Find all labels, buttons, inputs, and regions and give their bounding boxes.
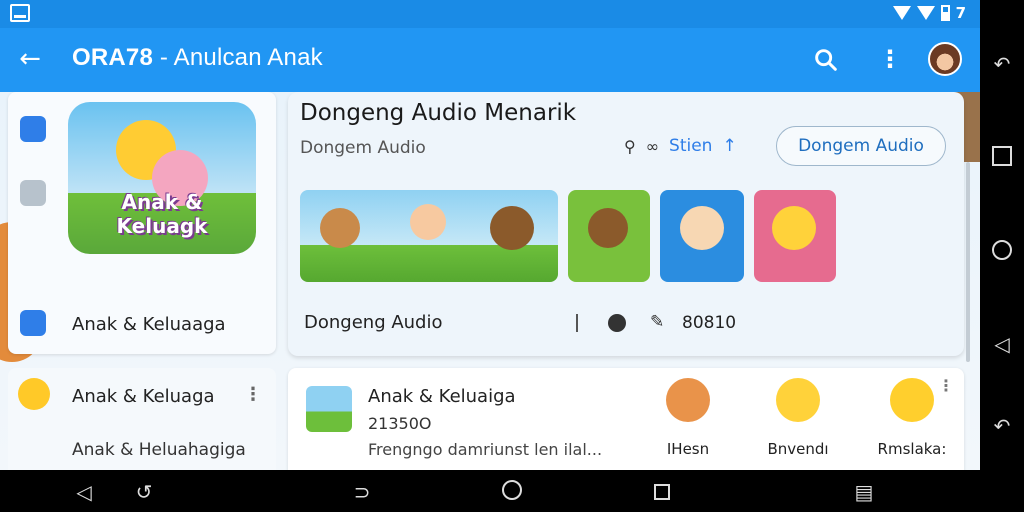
signal-icon xyxy=(916,6,935,20)
character-bird[interactable]: Rmslaka: xyxy=(872,378,952,458)
scrollbar[interactable] xyxy=(966,162,970,362)
side-navigation-bar: ↶ ◁ ↶ xyxy=(980,0,1024,470)
card-number: 21350O xyxy=(368,414,432,433)
left-panel-label: Anak & Keluaaga xyxy=(72,314,226,335)
wave-icon[interactable] xyxy=(20,310,46,336)
girl-illustration xyxy=(410,204,446,240)
content-area: Anak & Keluagk Anak & Keluaaga Dongeng A… xyxy=(0,92,980,470)
count-value: 80810 xyxy=(682,313,737,333)
status-time: 7 xyxy=(955,4,966,22)
chick-icon xyxy=(776,378,820,422)
edit-icon[interactable]: ✎ xyxy=(650,312,664,332)
right-panel: Dongeng Audio Menarik Dongem Audio ⚲ ∞ S… xyxy=(288,92,964,356)
more-vert-icon[interactable]: ⋮ xyxy=(244,384,262,405)
more-vert-icon[interactable]: ⋮ xyxy=(876,46,904,74)
heart-icon[interactable] xyxy=(608,314,626,332)
screenshot-icon xyxy=(10,4,30,22)
gesture-icon[interactable]: ↺ xyxy=(132,480,156,504)
battery-icon xyxy=(940,5,950,21)
app-bar: ← ORA78 - Anulcan Anak ⋮ xyxy=(0,28,980,92)
arrow-up-icon[interactable]: ↑ xyxy=(722,136,736,156)
chick-illustration xyxy=(772,206,816,250)
chat-icon[interactable] xyxy=(18,378,50,410)
status-icons: 7 xyxy=(892,4,966,22)
story-card[interactable]: Anak & Keluaiga 21350O Frengngo damriuns… xyxy=(288,368,964,470)
feature-image[interactable]: Anak & Keluagk xyxy=(68,102,256,254)
link-icon[interactable]: ∞ xyxy=(646,137,659,156)
avatar[interactable] xyxy=(928,42,962,76)
recent-apps-icon[interactable] xyxy=(992,146,1012,166)
dog-illustration xyxy=(588,208,628,248)
status-bar: 7 xyxy=(0,0,980,28)
story-thumbnail[interactable] xyxy=(660,190,744,282)
edit-icon[interactable] xyxy=(20,116,46,142)
story-thumbnail[interactable] xyxy=(754,190,836,282)
home-icon[interactable] xyxy=(502,480,522,500)
bottom-label: Dongeng Audio xyxy=(304,312,443,333)
wifi-icon xyxy=(892,6,911,20)
girl-illustration xyxy=(680,206,724,250)
section-title: Dongeng Audio Menarik xyxy=(300,100,577,126)
undo-icon[interactable]: ↶ xyxy=(990,414,1014,438)
divider xyxy=(576,314,578,332)
home-icon[interactable] xyxy=(992,240,1012,260)
bear-illustration xyxy=(490,206,534,250)
character-name: IHesn xyxy=(666,440,710,458)
section-subtitle: Dongem Audio xyxy=(300,138,426,158)
character-bear[interactable]: IHesn xyxy=(648,378,728,458)
story-thumbnail[interactable] xyxy=(568,190,650,282)
left-list: Anak & Keluaga ⋮ Anak & Heluahagiga xyxy=(8,368,276,470)
search-icon[interactable] xyxy=(812,46,840,74)
recent-apps-icon[interactable] xyxy=(654,484,670,500)
bottom-navigation-bar: ◁ ↺ ⊃ ▤ xyxy=(0,470,1024,512)
story-thumbnail[interactable] xyxy=(300,190,558,282)
split-icon[interactable]: ⊃ xyxy=(350,480,374,504)
back-icon[interactable]: ◁ xyxy=(72,480,96,504)
card-description: Frengngo damriunst len ilal... xyxy=(368,440,603,459)
inbox-icon[interactable] xyxy=(20,180,46,206)
dongeng-audio-button[interactable]: Dongem Audio xyxy=(776,126,946,166)
monkey-illustration xyxy=(320,208,360,248)
character-name: Rmslaka: xyxy=(877,440,947,458)
list-item[interactable]: Anak & Keluaga xyxy=(72,386,215,407)
rotate-icon[interactable]: ↶ xyxy=(990,52,1014,76)
left-panel: Anak & Keluagk Anak & Keluaaga xyxy=(8,92,276,354)
screenshot-icon[interactable]: ▤ xyxy=(852,480,876,504)
back-arrow-icon[interactable]: ← xyxy=(12,42,48,78)
list-item[interactable]: Anak & Heluahagiga xyxy=(72,440,246,460)
card-title: Anak & Keluaiga xyxy=(368,386,516,407)
search-sort-control[interactable]: ⚲ ∞ Stien ↑ xyxy=(624,132,764,160)
character-name: Bnvendı xyxy=(767,440,829,458)
bear-icon xyxy=(666,378,710,422)
sort-label[interactable]: Stien xyxy=(669,136,712,156)
bird-icon xyxy=(890,378,934,422)
character-chick[interactable]: Bnvendı xyxy=(758,378,838,458)
feature-title: Anak & Keluagk xyxy=(116,190,208,238)
back-icon[interactable]: ◁ xyxy=(990,332,1014,356)
card-thumbnail xyxy=(306,386,352,432)
app-title: ORA78 - Anulcan Anak xyxy=(72,44,323,71)
search-icon[interactable]: ⚲ xyxy=(624,137,636,156)
